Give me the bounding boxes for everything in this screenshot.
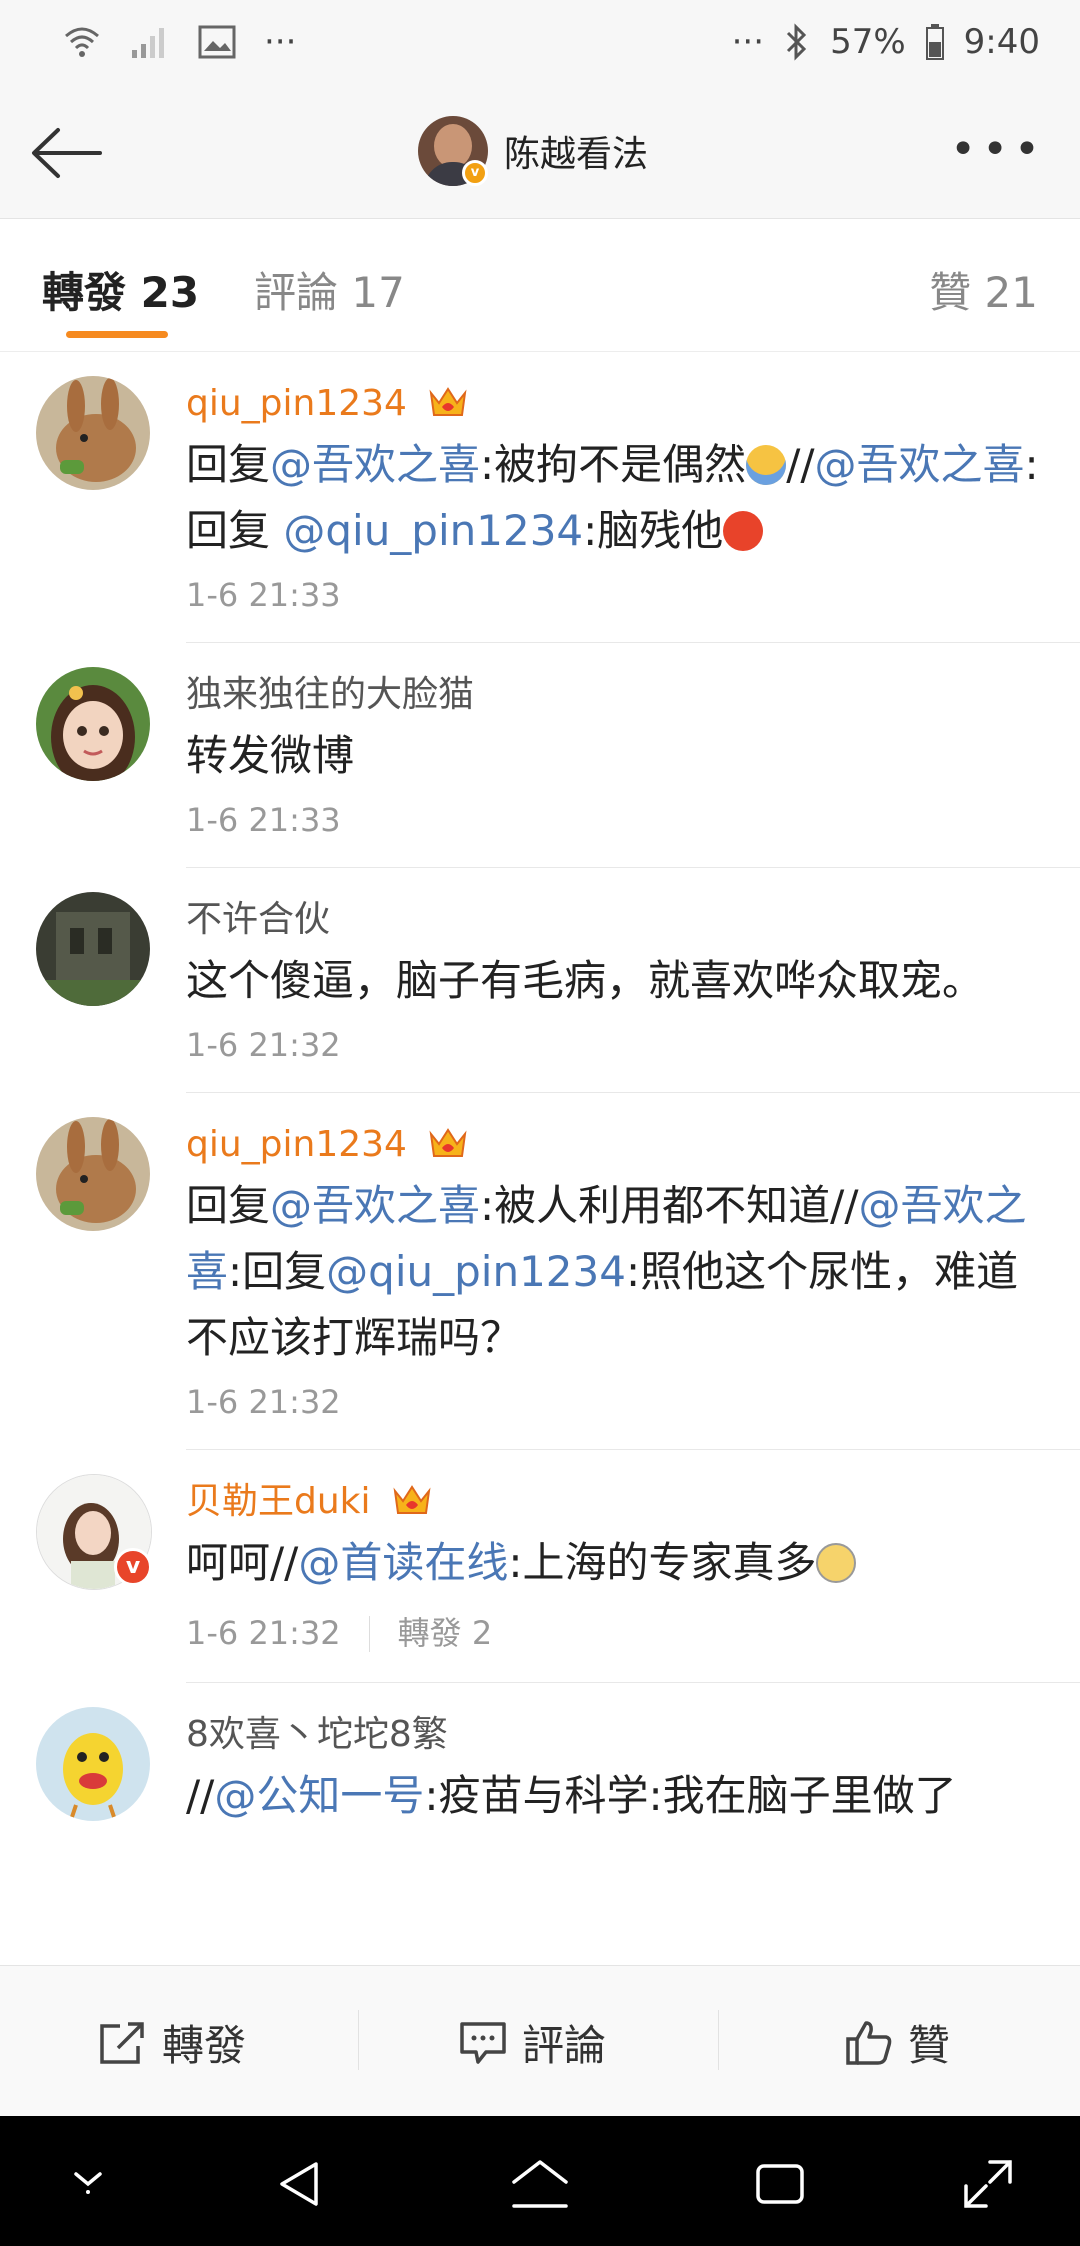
avatar[interactable] bbox=[36, 1707, 150, 1821]
repost-text: 回复@吾欢之喜:被拘不是偶然//@吾欢之喜:回复 @qiu_pin1234:脑残… bbox=[186, 440, 1039, 555]
divider bbox=[718, 2010, 719, 2070]
tab-reposts[interactable]: 轉發 23 bbox=[42, 259, 199, 320]
profile-title[interactable]: v 陈越看法 bbox=[418, 116, 648, 186]
top-navbar: v 陈越看法 ••• bbox=[0, 90, 1080, 219]
bluetooth-icon bbox=[787, 23, 807, 61]
timestamp: 1-6 21:32 bbox=[186, 1614, 341, 1652]
vip-crown-icon bbox=[429, 1128, 467, 1157]
back-triangle-icon[interactable] bbox=[272, 2156, 328, 2212]
wifi-icon bbox=[65, 27, 99, 57]
username[interactable]: 不许合伙 bbox=[186, 899, 330, 940]
mention-link[interactable]: @首读在线 bbox=[298, 1538, 508, 1587]
battery-icon bbox=[925, 24, 944, 60]
mention-link[interactable]: @qiu_pin1234 bbox=[283, 506, 583, 555]
more-options-icon[interactable]: ••• bbox=[950, 124, 1046, 175]
list-item[interactable]: 独来独往的大脸猫 转发微博 1-6 21:33 bbox=[36, 643, 1080, 868]
active-tab-indicator bbox=[66, 331, 168, 338]
timestamp: 1-6 21:33 bbox=[186, 576, 341, 614]
expand-screen-icon[interactable] bbox=[960, 2156, 1016, 2212]
mention-link[interactable]: @公知一号 bbox=[214, 1771, 424, 1820]
status-dots-right: ··· bbox=[731, 22, 765, 62]
tab-likes[interactable]: 贊 21 bbox=[929, 259, 1038, 320]
page-title: 陈越看法 bbox=[504, 134, 649, 175]
avatar[interactable] bbox=[36, 892, 150, 1006]
mention-link[interactable]: @吾欢之喜 bbox=[270, 440, 480, 489]
username[interactable]: qiu_pin1234 bbox=[186, 1124, 407, 1165]
list-item[interactable]: 8欢喜丶坨坨8繁 //@公知一号:疫苗与科学:我在脑子里做了 bbox=[36, 1683, 1080, 1857]
username[interactable]: 独来独往的大脸猫 bbox=[186, 674, 474, 715]
list-item[interactable]: qiu_pin1234 回复@吾欢之喜:被拘不是偶然//@吾欢之喜:回复 @qi… bbox=[36, 352, 1080, 643]
repost-icon bbox=[100, 2021, 144, 2064]
clock: 9:40 bbox=[963, 22, 1040, 62]
signal-icon bbox=[132, 28, 164, 58]
tab-comments[interactable]: 評論 17 bbox=[254, 259, 405, 320]
avatar[interactable]: v bbox=[36, 1474, 152, 1590]
list-item[interactable]: qiu_pin1234 回复@吾欢之喜:被人利用都不知道//@吾欢之喜:回复@q… bbox=[36, 1093, 1080, 1450]
mention-link[interactable]: @吾欢之喜 bbox=[270, 1181, 480, 1230]
gallery-icon bbox=[198, 25, 236, 59]
home-icon[interactable] bbox=[508, 2156, 572, 2212]
thumbs-up-icon bbox=[846, 2020, 892, 2065]
glasses-emoji-icon bbox=[816, 1543, 857, 1583]
list-item[interactable]: v 贝勒王duki 呵呵//@首读在线:上海的专家真多 1-6 21:32 轉發 … bbox=[36, 1450, 1080, 1683]
avatar[interactable] bbox=[36, 1117, 150, 1231]
like-button[interactable]: 贊 bbox=[844, 2012, 950, 2073]
comment-icon bbox=[460, 2021, 506, 2064]
timestamp: 1-6 21:32 bbox=[186, 1026, 341, 1064]
battery-percent: 57% bbox=[830, 22, 906, 62]
angry-emoji-icon bbox=[723, 511, 764, 551]
verified-badge-icon: v bbox=[114, 1548, 152, 1586]
username[interactable]: 贝勒王duki bbox=[186, 1481, 371, 1522]
bottom-action-bar: 轉發 評論 贊 bbox=[0, 1965, 1080, 2116]
back-arrow-icon[interactable] bbox=[28, 118, 104, 188]
list-item[interactable]: 不许合伙 这个傻逼，脑子有毛病，就喜欢哗众取宠。 1-6 21:32 bbox=[36, 868, 1080, 1093]
timestamp: 1-6 21:32 bbox=[186, 1383, 341, 1421]
username[interactable]: qiu_pin1234 bbox=[186, 383, 407, 424]
repost-button[interactable]: 轉發 bbox=[98, 2012, 246, 2073]
repost-text: 回复@吾欢之喜:被人利用都不知道//@吾欢之喜:回复@qiu_pin1234:照… bbox=[186, 1181, 1027, 1362]
divider bbox=[358, 2010, 359, 2070]
repost-text: 呵呵//@首读在线:上海的专家真多 bbox=[186, 1530, 1050, 1596]
recent-apps-icon[interactable] bbox=[752, 2156, 808, 2212]
repost-text: //@公知一号:疫苗与科学:我在脑子里做了 bbox=[186, 1771, 957, 1820]
verified-badge-icon: v bbox=[462, 160, 488, 186]
avatar[interactable] bbox=[36, 376, 150, 490]
chevron-down-icon[interactable] bbox=[66, 2156, 110, 2200]
username[interactable]: 8欢喜丶坨坨8繁 bbox=[186, 1714, 448, 1755]
repost-list: qiu_pin1234 回复@吾欢之喜:被拘不是偶然//@吾欢之喜:回复 @qi… bbox=[0, 352, 1080, 1964]
repost-text: 这个傻逼，脑子有毛病，就喜欢哗众取宠。 bbox=[186, 956, 985, 1005]
vip-crown-icon bbox=[429, 387, 467, 416]
mention-link[interactable]: @qiu_pin1234 bbox=[326, 1247, 626, 1296]
status-dots-left: ··· bbox=[264, 22, 297, 62]
tab-bar: 轉發 23 評論 17 贊 21 bbox=[0, 219, 1080, 352]
mention-link[interactable]: @吾欢之喜 bbox=[815, 440, 1025, 489]
timestamp: 1-6 21:33 bbox=[186, 801, 341, 839]
repost-count[interactable]: 轉發 2 bbox=[398, 1614, 493, 1652]
vip-crown-icon bbox=[393, 1485, 431, 1514]
status-bar: ··· ··· 57% 9:40 bbox=[0, 0, 1080, 90]
repost-text: 转发微博 bbox=[186, 731, 355, 780]
comment-button[interactable]: 評論 bbox=[458, 2012, 606, 2073]
laughing-crying-emoji-icon bbox=[746, 445, 787, 485]
system-navigation-bar bbox=[0, 2116, 1080, 2246]
avatar[interactable] bbox=[36, 667, 150, 781]
